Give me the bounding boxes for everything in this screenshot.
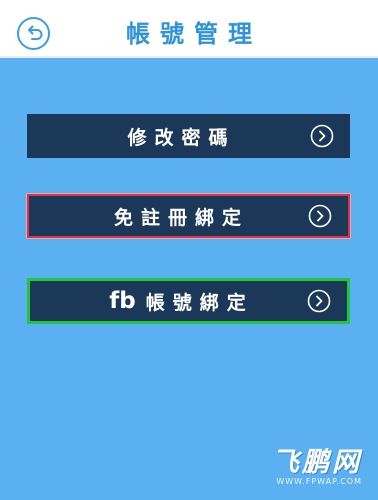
watermark-url: WWW.FPWAP.COM bbox=[276, 477, 362, 486]
facebook-logo: fb bbox=[109, 288, 136, 314]
site-watermark: 飞鹏网 WWW.FPWAP.COM bbox=[272, 440, 362, 486]
chevron-right-circle-icon bbox=[307, 289, 331, 313]
change-password-label: 修改密碼 bbox=[127, 126, 236, 149]
header-bar: 帳號管理 bbox=[0, 0, 378, 58]
chevron-right-circle-icon bbox=[310, 124, 334, 148]
change-password-button[interactable]: 修改密碼 bbox=[27, 114, 350, 158]
guest-binding-button[interactable]: 免註冊綁定 bbox=[27, 194, 350, 238]
facebook-binding-text: 帳號綁定 bbox=[145, 291, 254, 314]
watermark-logo: 飞鹏网 bbox=[272, 447, 362, 478]
facebook-binding-label: fb 帳號綁定 bbox=[109, 288, 254, 315]
page-title: 帳號管理 bbox=[126, 20, 262, 48]
facebook-binding-button[interactable]: fb 帳號綁定 bbox=[27, 278, 350, 324]
chevron-right-circle-icon bbox=[308, 204, 332, 228]
guest-binding-label: 免註冊綁定 bbox=[113, 206, 249, 229]
